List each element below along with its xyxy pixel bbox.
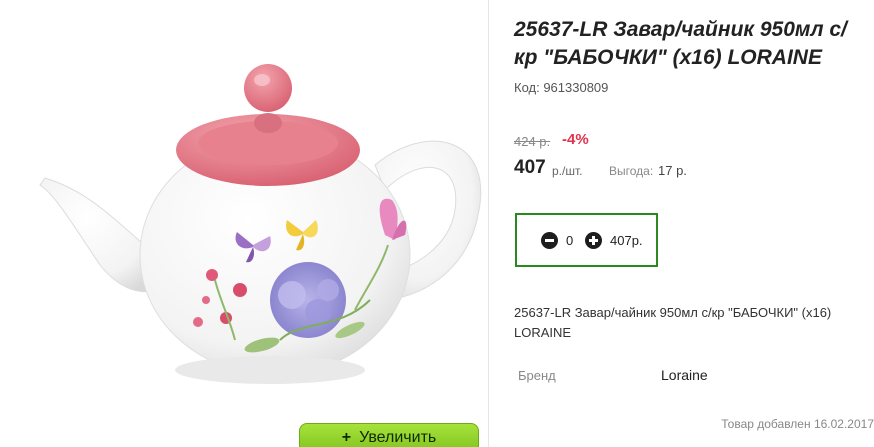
- plus-circle-icon[interactable]: [585, 232, 602, 249]
- teapot-image[interactable]: [0, 0, 488, 447]
- quantity-selector: 0 407р.: [515, 213, 658, 267]
- savings-label: Выгода:: [609, 164, 654, 178]
- product-code: Код: 961330809: [514, 80, 609, 95]
- minus-circle-icon[interactable]: [541, 232, 558, 249]
- product-image-panel: + Увеличить: [0, 0, 488, 447]
- product-description: 25637-LR Завар/чайник 950мл с/кр "БАБОЧК…: [514, 305, 832, 340]
- zoom-button[interactable]: + Увеличить: [299, 423, 479, 447]
- current-price: 407: [514, 157, 546, 178]
- brand-label: Бренд: [518, 368, 556, 383]
- brand-value: Loraine: [661, 367, 708, 383]
- quantity-value: 0: [566, 233, 574, 248]
- discount-badge: -4%: [562, 131, 589, 148]
- added-date: Товар добавлен 16.02.2017: [721, 417, 874, 431]
- product-title: 25637-LR Завар/чайник 950мл с/кр "БАБОЧК…: [514, 18, 847, 69]
- quantity-total: 407р.: [610, 233, 643, 248]
- zoom-button-label: Увеличить: [359, 429, 437, 446]
- old-price: 424 р.: [514, 134, 551, 149]
- panel-divider: [488, 0, 489, 447]
- teapot-knob: [244, 64, 292, 112]
- price-unit: р./шт.: [552, 164, 583, 178]
- plus-icon: +: [341, 429, 352, 446]
- savings-value: 17 р.: [658, 163, 687, 178]
